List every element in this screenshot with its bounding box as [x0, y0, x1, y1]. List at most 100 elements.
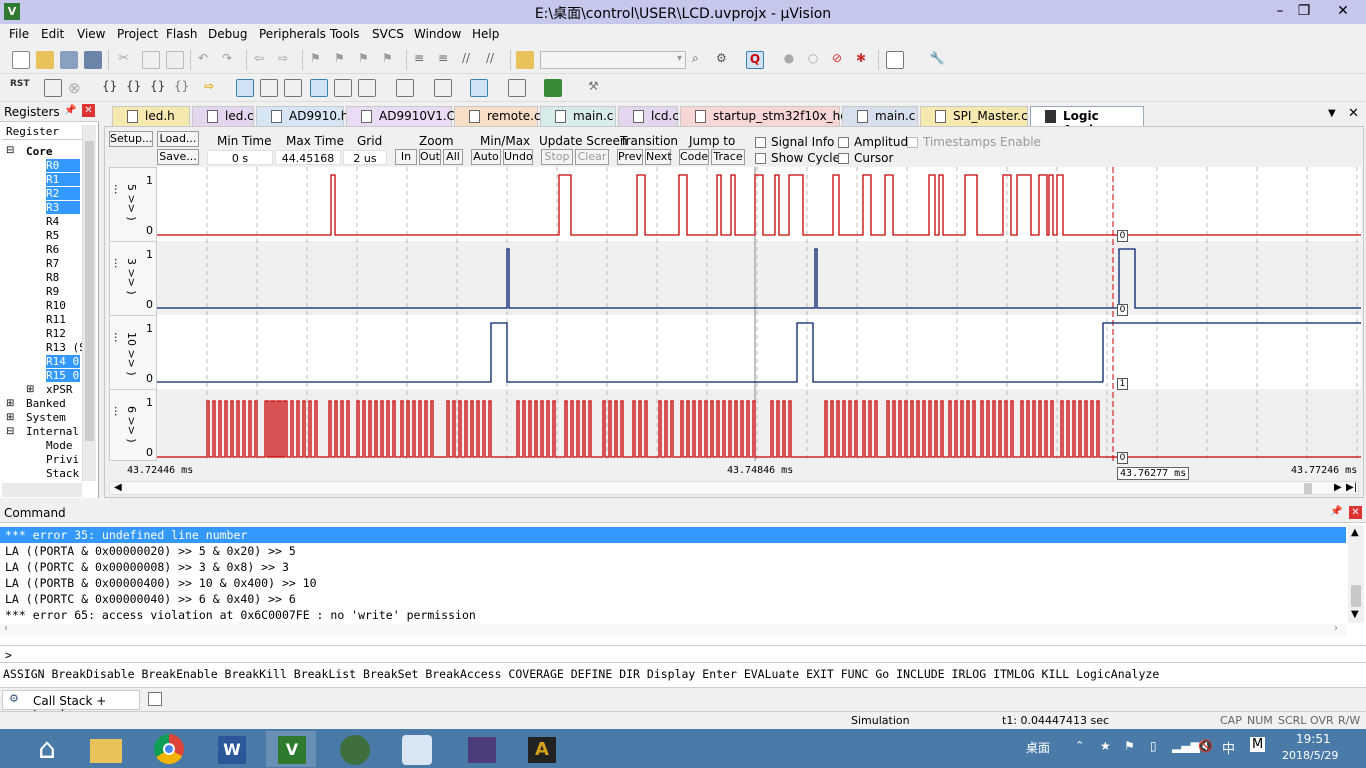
- command-window-icon[interactable]: [236, 79, 254, 97]
- reset-icon[interactable]: RST: [10, 79, 30, 97]
- tab-main-c-2[interactable]: main.c: [842, 106, 918, 126]
- ime-mode-indicator[interactable]: M: [1250, 737, 1266, 752]
- signal-row-3[interactable]: 10 >> ) ... 1 0: [110, 316, 158, 390]
- clock-date[interactable]: 2018/5/29: [1282, 749, 1338, 762]
- save-all-icon[interactable]: [84, 51, 102, 69]
- register-stack[interactable]: Stack: [46, 467, 79, 480]
- analysis-window-icon[interactable]: [470, 79, 488, 97]
- register-r11[interactable]: R11: [46, 313, 66, 326]
- incremental-find-icon[interactable]: ⚙: [716, 51, 734, 69]
- file-explorer-icon[interactable]: [80, 731, 130, 767]
- breakpoint-enable-icon[interactable]: ○: [804, 51, 822, 69]
- menu-view[interactable]: View: [77, 27, 105, 41]
- scroll-up-icon[interactable]: ▲: [1351, 527, 1359, 538]
- command-vscrollbar[interactable]: ▲ ▼: [1348, 525, 1364, 623]
- tab-spi-master-c[interactable]: SPI_Master.c: [920, 106, 1028, 126]
- tray-flag-icon[interactable]: ⚑: [1124, 739, 1135, 753]
- show-cycles-checkbox[interactable]: [755, 153, 766, 164]
- memory-tab-icon[interactable]: [148, 692, 162, 706]
- register-r7[interactable]: R7: [46, 257, 59, 270]
- undo-icon[interactable]: ↶: [198, 51, 216, 69]
- trace-window-icon[interactable]: [508, 79, 526, 97]
- volume-icon[interactable]: 🔇: [1198, 739, 1213, 753]
- command-close-icon[interactable]: ✕: [1349, 506, 1362, 519]
- tab-logic-analyzer[interactable]: Logic Analyzer: [1030, 106, 1144, 137]
- step-over-icon[interactable]: {}: [126, 79, 144, 97]
- save-icon[interactable]: [60, 51, 78, 69]
- collapse-core-icon[interactable]: ⊟: [6, 145, 14, 156]
- update-clear-button[interactable]: Clear: [575, 149, 609, 165]
- indent-icon[interactable]: ≡: [414, 51, 432, 69]
- tab-main-c-1[interactable]: main.c: [540, 106, 616, 126]
- configure-icon[interactable]: 🔧: [928, 51, 946, 69]
- zoom-out-button[interactable]: Out: [419, 149, 441, 165]
- command-input-field[interactable]: >: [0, 645, 1366, 663]
- breakpoint-icon[interactable]: ●: [780, 51, 798, 69]
- tray-chevron-icon[interactable]: ⌃: [1075, 739, 1084, 752]
- toolbox-icon[interactable]: ⚒: [588, 79, 606, 97]
- waveform-plot[interactable]: [157, 167, 1361, 461]
- tab-led-c[interactable]: led.c: [192, 106, 254, 126]
- register-r12[interactable]: R12: [46, 327, 66, 340]
- disassembly-window-icon[interactable]: [260, 79, 278, 97]
- minmax-undo-button[interactable]: Undo: [503, 149, 533, 165]
- tab-close-icon[interactable]: ✕: [1348, 106, 1359, 121]
- register-group-internal[interactable]: Internal: [26, 425, 79, 438]
- register-r9[interactable]: R9: [46, 285, 59, 298]
- battery-icon[interactable]: ▯: [1150, 739, 1157, 753]
- scroll-down-icon[interactable]: ▼: [1351, 609, 1359, 620]
- signal-info-checkbox[interactable]: [755, 137, 766, 148]
- bookmark-next-icon[interactable]: ⚑: [358, 51, 376, 69]
- signal-row-4[interactable]: 6 >> ) ... 1 0: [110, 390, 158, 462]
- registers-vscroll-thumb[interactable]: [85, 141, 94, 441]
- la-load-button[interactable]: Load...: [157, 131, 199, 147]
- memory-window-icon[interactable]: [396, 79, 414, 97]
- bookmark-clear-icon[interactable]: ⚑: [382, 51, 400, 69]
- expand-banked-icon[interactable]: ⊞: [6, 398, 14, 409]
- breakpoint-disable-all-icon[interactable]: ⊘: [828, 51, 846, 69]
- watch-window-icon[interactable]: [358, 79, 376, 97]
- scroll-right-icon[interactable]: ▶: [1334, 482, 1342, 493]
- scroll-end-icon[interactable]: ▶|: [1346, 482, 1357, 493]
- app-altium-icon[interactable]: A: [516, 731, 566, 767]
- find-icon[interactable]: ⌕: [692, 51, 710, 69]
- scroll-left-icon[interactable]: ◀: [114, 482, 122, 493]
- redo-icon[interactable]: ↷: [222, 51, 240, 69]
- debug-session-icon[interactable]: Q: [746, 51, 764, 69]
- bookmark-prev-icon[interactable]: ⚑: [334, 51, 352, 69]
- jump-trace-button[interactable]: Trace: [711, 149, 745, 165]
- register-r0[interactable]: R0: [46, 159, 80, 172]
- register-privilege[interactable]: Privi: [46, 453, 79, 466]
- la-setup-button[interactable]: Setup...: [109, 131, 153, 147]
- registers-close-icon[interactable]: ✕: [82, 104, 95, 117]
- tray-star-icon[interactable]: ★: [1100, 739, 1111, 753]
- app-calculator-icon[interactable]: [456, 731, 506, 767]
- start-home-icon[interactable]: ⌂: [22, 731, 72, 767]
- menu-edit[interactable]: Edit: [41, 27, 64, 41]
- tab-remote-c[interactable]: remote.c: [454, 106, 541, 126]
- menu-tools[interactable]: Tools: [330, 27, 360, 41]
- taskbar-desktop-label[interactable]: 桌面: [1026, 739, 1050, 756]
- find-combobox[interactable]: ▾: [540, 51, 686, 69]
- new-file-icon[interactable]: [12, 51, 30, 69]
- run-icon[interactable]: [44, 79, 62, 97]
- menu-project[interactable]: Project: [117, 27, 158, 41]
- register-mode[interactable]: Mode: [46, 439, 73, 452]
- menu-svcs[interactable]: SVCS: [372, 27, 404, 41]
- expand-xpsr-icon[interactable]: ⊞: [26, 384, 34, 395]
- expand-system-icon[interactable]: ⊞: [6, 412, 14, 423]
- tab-ad9910v1-c[interactable]: AD9910V1.C: [346, 106, 455, 126]
- registers-vscrollbar[interactable]: [82, 125, 96, 481]
- chrome-icon[interactable]: [145, 731, 195, 767]
- command-vscroll-thumb[interactable]: [1351, 585, 1361, 607]
- command-hscrollbar[interactable]: ‹ ›: [0, 623, 1346, 636]
- serial-window-icon[interactable]: [434, 79, 452, 97]
- ime-indicator[interactable]: 中: [1222, 738, 1235, 757]
- transition-next-button[interactable]: Next: [645, 149, 672, 165]
- app-bird-icon[interactable]: [392, 731, 442, 767]
- tab-list-chevron-icon[interactable]: ▼: [1328, 108, 1336, 119]
- register-r2[interactable]: R2: [46, 187, 80, 200]
- jump-code-button[interactable]: Code: [679, 149, 709, 165]
- cut-icon[interactable]: ✂: [118, 51, 136, 69]
- maximize-button[interactable]: ❐: [1290, 0, 1318, 22]
